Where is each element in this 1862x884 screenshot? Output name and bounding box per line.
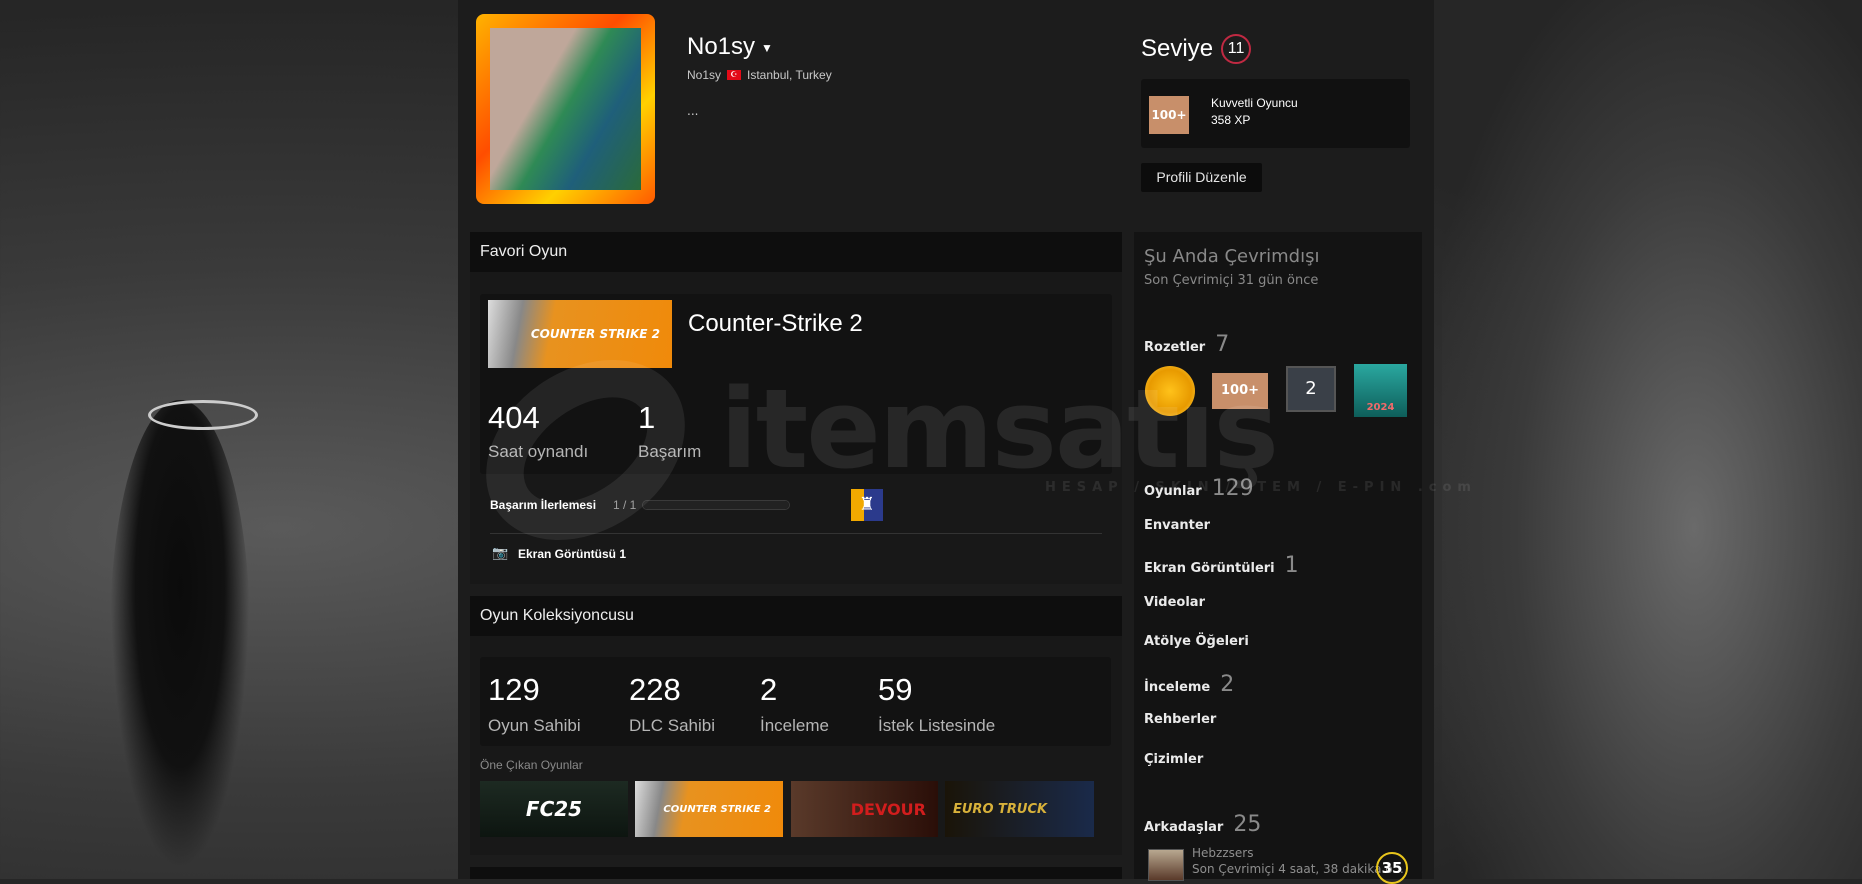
achievement-progress-bar (642, 500, 790, 510)
persona-name: No1sy (687, 33, 756, 60)
progress-fill (643, 501, 789, 509)
edit-profile-button[interactable]: Profili Düzenle (1141, 163, 1262, 192)
link-label: Envanter (1144, 518, 1211, 533)
link-label: Çizimler (1144, 752, 1204, 767)
badge-100-icon: 100+ (1149, 96, 1189, 134)
game-collector-panel: Oyun Koleksiyoncusu 129 Oyun Sahibi 228 DL… (470, 596, 1122, 855)
background-art-right (1442, 0, 1862, 879)
favorite-badge[interactable]: 100+ Kuvvetli Oyuncu 358 XP (1141, 79, 1410, 148)
achievement-progress-label: Başarım İlerlemesi (490, 498, 597, 512)
sidebar-link-i̇nceleme[interactable]: İnceleme 2 (1144, 672, 1234, 697)
background-figure (110, 400, 250, 870)
link-label: Videolar (1144, 595, 1205, 610)
link-label: Arkadaşlar (1144, 820, 1224, 835)
featured-games-label: Öne Çıkan Oyunlar (480, 758, 583, 772)
favorite-game-panel: Favori Oyun COUNTER STRIKE 2 Counter-Str… (470, 232, 1122, 584)
badge-100-icon[interactable]: 100+ (1212, 373, 1268, 409)
avatar-image (490, 28, 641, 190)
sidebar-link-çizimler[interactable]: Çizimler (1144, 752, 1203, 767)
chevron-down-icon[interactable]: ▼ (761, 41, 773, 55)
location: Istanbul, Turkey (747, 68, 832, 82)
sidebar-link-envanter[interactable]: Envanter (1144, 518, 1210, 533)
badges-link[interactable]: Rozetler 7 (1144, 332, 1229, 357)
achievement-progress-count: 1 / 1 (613, 498, 637, 512)
steam-2024-badge-icon[interactable]: 2024 (1354, 364, 1407, 417)
last-online: Son Çevrimiçi 31 gün önce (1144, 273, 1319, 288)
friend-avatar (1148, 849, 1184, 881)
level-label: Seviye (1141, 35, 1214, 62)
background-halo (148, 400, 258, 430)
stat-value: 59 (878, 672, 913, 707)
stat-label: DLC Sahibi (629, 716, 715, 735)
featured-game-ets2[interactable]: EURO TRUCK (945, 781, 1094, 837)
achievements-label: Başarım (638, 442, 702, 461)
gold-coin-badge-icon[interactable] (1145, 366, 1195, 416)
link-count: 25 (1233, 812, 1262, 837)
friends-link[interactable]: Arkadaşlar 25 (1144, 812, 1261, 837)
featured-game-devour[interactable]: DEVOUR (791, 781, 938, 837)
level-badge[interactable]: 11 (1221, 34, 1252, 64)
sidebar-link-videolar[interactable]: Videolar (1144, 595, 1205, 610)
sidebar-link-rehberler[interactable]: Rehberler (1144, 712, 1216, 727)
profile-subline: No1sy ☪ Istanbul, Turkey (687, 68, 832, 82)
avatar[interactable] (476, 14, 655, 204)
screenshot-link[interactable]: Ekran Görüntüsü 1 (518, 547, 626, 561)
stat-value: 129 (488, 672, 540, 707)
panel-header: Oyun Koleksiyoncusu (470, 596, 1122, 636)
badge-title: Kuvvetli Oyuncu (1211, 96, 1298, 110)
link-count: 7 (1215, 332, 1230, 357)
friend-status: Son Çevrimiçi 4 saat, 38 dakika ö... (1192, 862, 1404, 876)
link-count: 1 (1284, 553, 1299, 578)
friend-level-badge: 35 (1376, 852, 1408, 884)
divider (490, 533, 1102, 534)
hours-label: Saat oynandı (488, 442, 589, 461)
achievements-value: 1 (638, 400, 656, 435)
right-sidebar: Şu Anda Çevrimdışı Son Çevrimiçi 31 gün … (1134, 232, 1422, 884)
level: Seviye 11 (1141, 34, 1252, 64)
stat-value: 228 (629, 672, 681, 707)
stat-label: İnceleme (760, 716, 829, 735)
hours-value: 404 (488, 400, 540, 435)
stat-value: 2 (760, 672, 778, 707)
link-count: 2 (1220, 672, 1235, 697)
featured-game-fc25[interactable]: FC25 (480, 781, 628, 837)
camera-icon: 📷 (492, 546, 509, 561)
sidebar-link-ekran-görüntüleri[interactable]: Ekran Görüntüleri 1 (1144, 553, 1299, 578)
profile-name[interactable]: No1sy ▼ (687, 33, 773, 61)
link-label: Ekran Görüntüleri (1144, 561, 1275, 576)
real-name: No1sy (687, 68, 722, 82)
link-label: Atölye Öğeleri (1144, 634, 1249, 649)
sidebar-link-oyunlar[interactable]: Oyunlar 129 (1144, 476, 1254, 501)
game-title[interactable]: Counter-Strike 2 (688, 310, 863, 338)
stat-label: Oyun Sahibi (488, 716, 581, 735)
link-label: İnceleme (1144, 680, 1211, 695)
panel-header: Favori Oyun (470, 232, 1122, 272)
link-label: Oyunlar (1144, 484, 1202, 499)
featured-game-cs2[interactable]: COUNTER STRIKE 2 (635, 781, 783, 837)
cs-achievement-icon[interactable]: ♜ (851, 489, 883, 521)
link-count: 129 (1211, 476, 1254, 501)
sidebar-link-atölye-öğeleri[interactable]: Atölye Öğeleri (1144, 634, 1249, 649)
next-panel (470, 867, 1122, 879)
stat-label: İstek Listesinde (878, 716, 996, 735)
online-status: Şu Anda Çevrimdışı (1144, 246, 1320, 267)
link-label: Rehberler (1144, 712, 1217, 727)
years-of-service-badge-icon[interactable]: 2 (1286, 366, 1336, 412)
cs2-capsule-image[interactable]: COUNTER STRIKE 2 (488, 300, 672, 368)
profile-summary: ... (687, 104, 699, 118)
link-label: Rozetler (1144, 340, 1206, 355)
badge-xp: 358 XP (1211, 113, 1251, 127)
turkey-flag-icon: ☪ (727, 70, 742, 80)
friend-name: Hebzzsers (1192, 846, 1254, 860)
